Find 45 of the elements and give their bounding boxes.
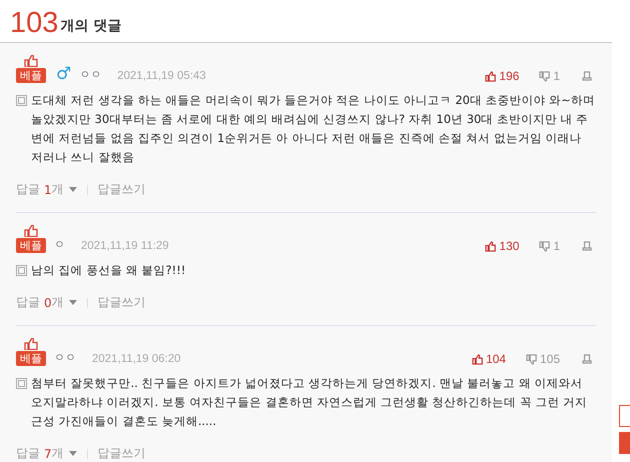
- thumbs-up-icon: [24, 338, 38, 350]
- dislike-button[interactable]: 105: [526, 352, 560, 366]
- author-name[interactable]: ㅇ: [54, 237, 65, 252]
- replies-toggle[interactable]: 답글 0개: [16, 294, 77, 311]
- note-icon: [16, 378, 27, 389]
- comment-date: 2021,11,19 05:43: [117, 70, 206, 82]
- thumbs-up-icon: [24, 55, 38, 67]
- thumbs-up-icon: [485, 70, 496, 82]
- caret-icon: [68, 451, 77, 456]
- replies-toggle[interactable]: 답글 7개: [16, 445, 77, 462]
- comment-text: 도대체 저런 생각을 하는 애들은 머리속이 뭐가 들은거야 적은 나이도 아니고ㅋ 20대 초중반이야 와~하며 놀았겠지만 30대부터는 좀 서로에 대한 예의 배려심에 신경쓰지 않나? 자취 10년 30대 초반이지만 내 주변에 저런넘들 없음 집주인 의견이 1순위거든 아 아니다 저런 애들은 진즉에 손절 쳐서 없는거임 이래나 저러나 쓰니 잘했음: [31, 92, 596, 166]
- thumbs-down-icon: [526, 354, 537, 364]
- note-icon: [16, 265, 27, 276]
- caret-icon: [68, 187, 77, 192]
- comment-date: 2021,11,19 06:20: [92, 353, 181, 365]
- male-icon: ♂: [56, 66, 72, 83]
- comment-count: 103: [10, 8, 58, 38]
- thumbs-up-icon: [472, 354, 483, 364]
- comment-text: 남의 집에 풍선을 왜 붙임?!!!: [31, 262, 187, 279]
- thumbs-up-icon: [485, 240, 496, 252]
- comment-text: 첨부터 잘못했구만.. 친구들은 아지트가 넓어졌다고 생각하는게 당연하겠지. 맨날 불러놓고 왜 이제와서 오지말라하냐 이러겠지. 보통 여자친구들은 결혼하면 자연스럽게 그런생활 청산하긴하는데 꼭 그런 거지근성 가진애들이 결혼도 늦게해.....: [31, 375, 588, 430]
- comments-heading: 개의 댓글: [60, 17, 122, 35]
- replies-toggle[interactable]: 답글 1개: [16, 181, 77, 198]
- report-icon[interactable]: [582, 241, 592, 251]
- dislike-button[interactable]: 1: [539, 69, 560, 83]
- thumbs-down-icon: [539, 70, 550, 82]
- write-reply-link[interactable]: 답글쓰기: [98, 294, 146, 311]
- write-reply-link[interactable]: 답글쓰기: [98, 445, 146, 462]
- write-reply-link[interactable]: 답글쓰기: [98, 181, 146, 198]
- report-icon[interactable]: [582, 354, 592, 364]
- best-badge: 베플: [16, 351, 46, 366]
- like-button[interactable]: 196: [485, 69, 520, 83]
- author-name[interactable]: ㅇㅇ: [54, 350, 76, 365]
- best-badge: 베플: [16, 68, 46, 83]
- dislike-button[interactable]: 1: [539, 239, 560, 253]
- caret-icon: [68, 300, 77, 305]
- like-button[interactable]: 104: [472, 352, 506, 366]
- like-button[interactable]: 130: [485, 239, 520, 253]
- author-name[interactable]: ㅇㅇ: [79, 67, 102, 82]
- best-badge: 베플: [16, 238, 46, 253]
- thumbs-up-icon: [24, 225, 38, 237]
- comment-date: 2021,11,19 11:29: [81, 240, 169, 252]
- note-icon: [16, 95, 27, 106]
- report-icon[interactable]: [582, 71, 592, 81]
- thumbs-down-icon: [539, 240, 550, 252]
